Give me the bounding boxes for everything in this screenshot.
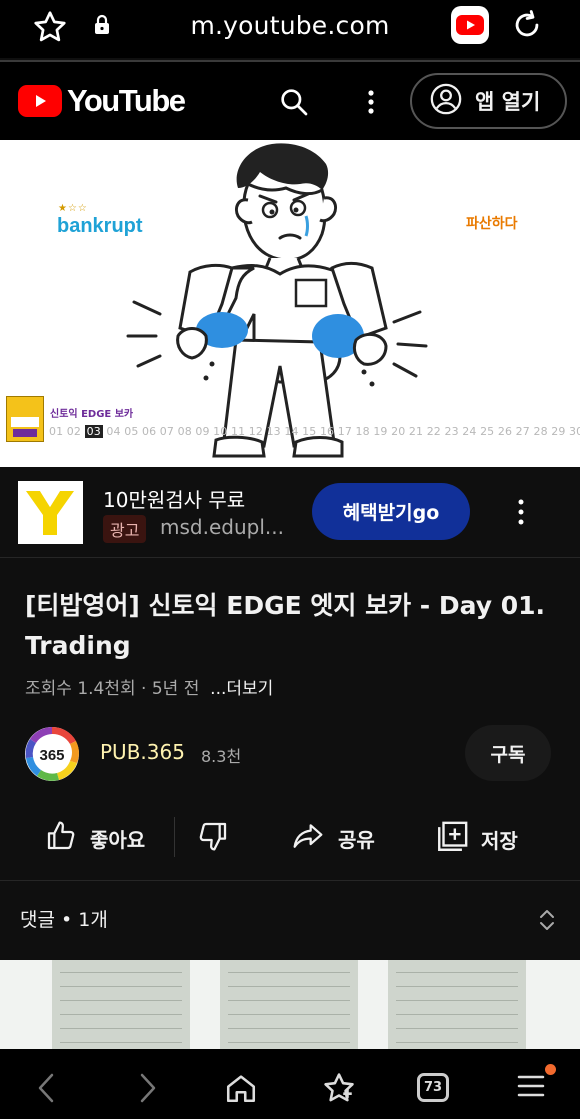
more-description-link[interactable]: ...더보기 (210, 679, 273, 699)
home-icon[interactable] (224, 1071, 258, 1109)
book-title: 신토익 EDGE 보카 (50, 409, 134, 420)
browser-bottom-nav: 73 (0, 1049, 580, 1119)
subscriber-count: 8.3천 (201, 747, 242, 766)
subscribe-button[interactable]: 구독 (465, 725, 551, 781)
bankrupt-man-illustration (126, 143, 428, 458)
save-label: 저장 (481, 829, 518, 853)
ad-site: msd.edupl... (160, 515, 284, 539)
ad-more-icon[interactable] (513, 498, 529, 530)
reload-icon[interactable] (510, 8, 544, 46)
playlist-add-icon (435, 820, 469, 859)
day-index-before: 01 02 (49, 425, 81, 438)
difficulty-stars: ★☆☆ (58, 203, 88, 214)
book-cover (6, 396, 44, 442)
forward-icon[interactable] (134, 1071, 160, 1109)
expand-toggle-icon[interactable] (537, 906, 557, 938)
worksheet-card (220, 960, 358, 1050)
video-player[interactable]: ★☆☆ bankrupt 파산하다 신토익 EDGE 보카 01 02 03 0… (0, 140, 580, 467)
ad-title: 10만원검사 무료 (103, 488, 246, 512)
ad-row[interactable]: 10만원검사 무료 광고 msd.edupl... 혜택받기go (0, 467, 580, 557)
notification-dot (545, 1064, 556, 1075)
tabs-count-button[interactable]: 73 (417, 1073, 449, 1102)
channel-avatar[interactable]: 365 (24, 726, 80, 782)
day-index: 01 02 03 04 05 06 07 08 09 10 11 12 13 1… (49, 425, 580, 438)
channel-name[interactable]: PUB.365 (100, 740, 185, 764)
ad-badge: 광고 (103, 515, 147, 543)
thumbs-up-icon (44, 820, 78, 857)
youtube-header: YouTube 앱 열기 (0, 62, 580, 140)
video-title[interactable]: [티밥영어] 신토익 EDGE 엣지 보카 - Day 01. Trading (25, 586, 560, 666)
comments-section[interactable]: 댓글 • 1개 (0, 881, 580, 959)
worksheet-card (388, 960, 526, 1050)
youtube-app-icon[interactable] (451, 6, 489, 44)
ad-cta-button[interactable]: 혜택받기go (312, 483, 470, 540)
video-meta[interactable]: 조회수 1.4천회 · 5년 전 ...더보기 (25, 674, 273, 699)
book-cover-art (9, 405, 41, 441)
search-icon[interactable] (278, 86, 310, 122)
menu-icon[interactable] (516, 1071, 546, 1105)
next-video-thumbnail[interactable] (0, 960, 580, 1050)
account-circle-icon (429, 82, 463, 121)
url-text[interactable]: m.youtube.com (0, 11, 580, 40)
share-button[interactable]: 공유 (290, 820, 375, 857)
like-button[interactable]: 좋아요 (44, 820, 145, 857)
day-index-after: 04 05 06 07 08 09 10 11 12 13 14 15 16 1… (106, 425, 580, 438)
open-app-button[interactable]: 앱 열기 (410, 73, 567, 129)
day-index-current: 03 (84, 425, 103, 438)
advertiser-logo[interactable] (18, 481, 83, 544)
comments-label: 댓글 • 1개 (20, 909, 108, 931)
share-icon (290, 820, 326, 857)
share-label: 공유 (338, 828, 375, 852)
bookmarks-icon[interactable] (321, 1071, 357, 1109)
youtube-play-icon (18, 85, 62, 117)
open-app-label: 앱 열기 (475, 90, 541, 114)
channel-avatar-text: 365 (39, 747, 64, 764)
dislike-button[interactable] (196, 820, 230, 857)
youtube-logo-text: YouTube (67, 83, 186, 118)
video-views-date: 조회수 1.4천회 · 5년 전 (25, 679, 200, 699)
channel-row: 365 PUB.365 8.3천 구독 (0, 724, 580, 784)
thumbs-down-icon (196, 820, 230, 857)
worksheet-card (52, 960, 190, 1050)
like-dislike-divider (174, 817, 175, 857)
browser-url-bar: m.youtube.com (0, 0, 580, 58)
action-row: 좋아요 공유 저장 (0, 812, 580, 866)
back-icon[interactable] (34, 1071, 60, 1109)
vocab-word-ko: 파산하다 (466, 216, 518, 232)
like-label: 좋아요 (90, 828, 146, 852)
save-button[interactable]: 저장 (435, 820, 518, 859)
youtube-logo[interactable]: YouTube (18, 83, 186, 119)
divider (0, 557, 580, 558)
more-options-icon[interactable] (362, 87, 380, 121)
